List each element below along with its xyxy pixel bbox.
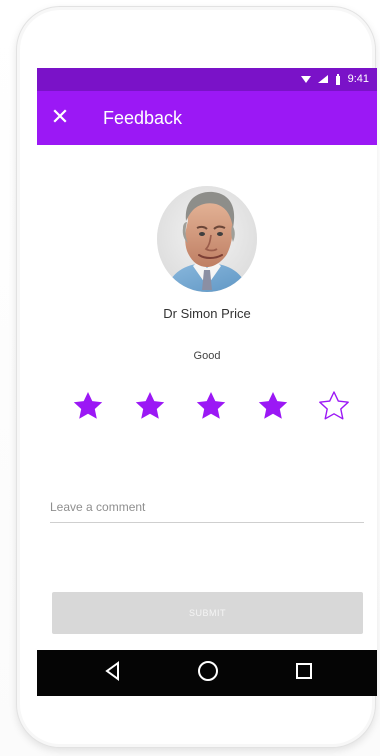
page-title: Feedback xyxy=(103,108,183,128)
comment-input[interactable] xyxy=(50,491,364,523)
star-rating-5-button[interactable] xyxy=(317,389,351,423)
empty-star-icon xyxy=(319,391,349,420)
filled-star-icon xyxy=(196,392,226,419)
status-icons: 9:41 xyxy=(300,72,369,87)
cellular-signal-icon xyxy=(317,75,328,84)
filled-star-icon xyxy=(258,392,287,419)
app-bar: Feedback xyxy=(37,91,377,145)
home-circle-icon xyxy=(196,659,220,688)
status-bar: 9:41 xyxy=(37,68,377,91)
star-rating-4-button[interactable] xyxy=(256,389,290,423)
home-button[interactable] xyxy=(193,658,223,688)
submit-button[interactable]: SUBMIT xyxy=(52,592,363,634)
filled-star-icon xyxy=(73,392,103,419)
status-time: 9:41 xyxy=(347,73,369,85)
screenshot-stage: 9:41 Feedback Dr Simon Price Good Leave … xyxy=(0,0,380,756)
star-rating-1-button[interactable] xyxy=(71,389,105,423)
close-button[interactable] xyxy=(45,103,75,133)
phone-screen: 9:41 Feedback Dr Simon Price Good Leave … xyxy=(37,68,377,696)
recents-button[interactable] xyxy=(289,658,319,688)
filled-star-icon xyxy=(135,392,164,419)
doctor-name: Dr Simon Price xyxy=(163,306,251,321)
android-navigation-bar xyxy=(37,650,377,696)
recents-square-icon xyxy=(293,660,315,687)
close-icon xyxy=(53,108,67,128)
star-rating-2-button[interactable] xyxy=(133,389,167,423)
battery-icon xyxy=(335,74,341,85)
star-rating-3-button[interactable] xyxy=(194,389,228,423)
back-triangle-icon xyxy=(102,660,124,687)
back-button[interactable] xyxy=(98,658,128,688)
rating-label: Good xyxy=(193,350,221,362)
star-rating xyxy=(71,386,351,426)
doctor-avatar xyxy=(157,186,257,292)
wifi-icon xyxy=(300,75,311,84)
